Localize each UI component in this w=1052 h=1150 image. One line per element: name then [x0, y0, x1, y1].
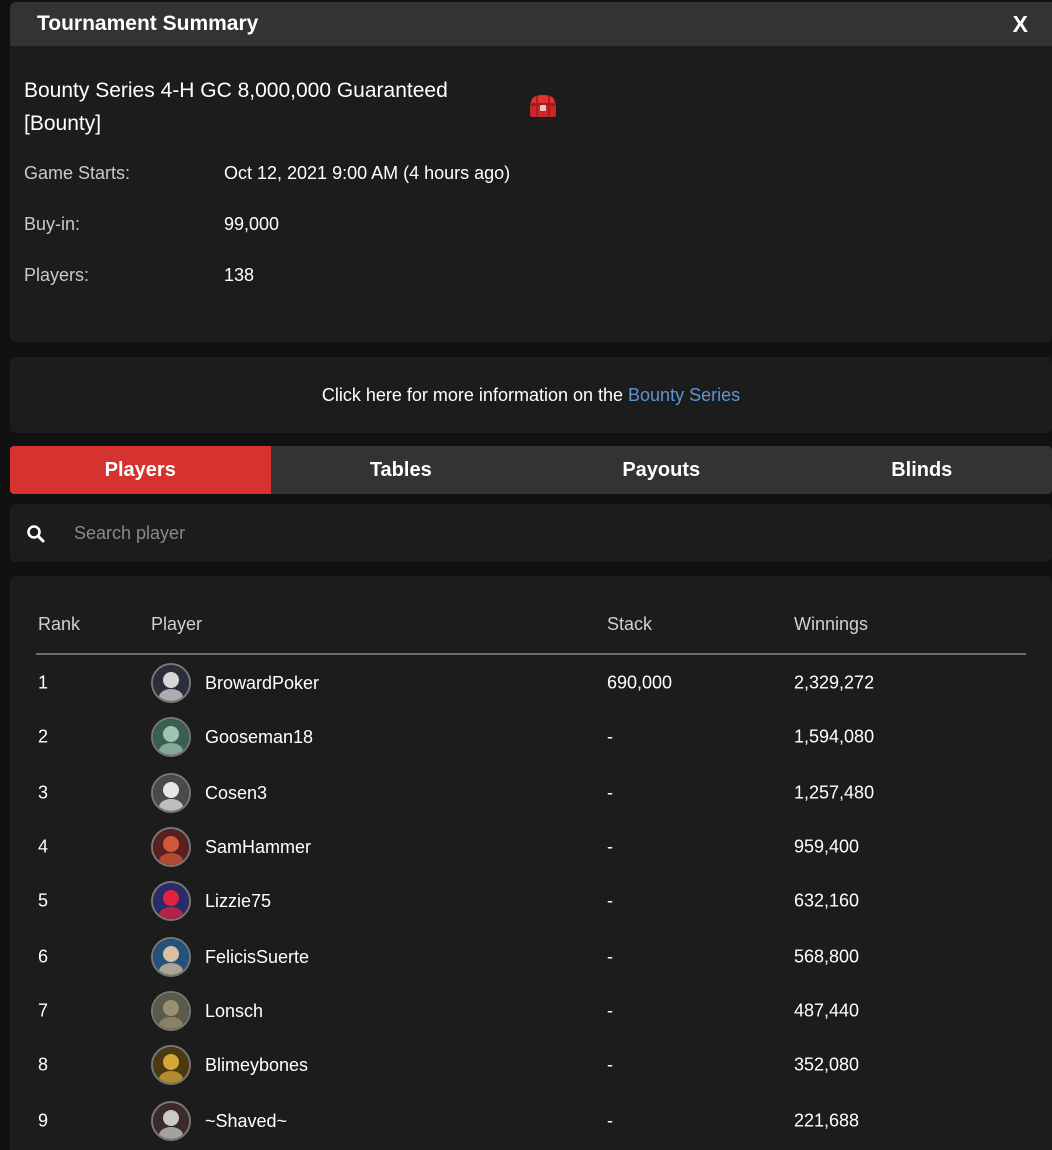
search-icon: [27, 525, 45, 543]
rank-cell: 5: [38, 890, 49, 911]
player-name: SamHammer: [205, 836, 312, 857]
stack-cell: 690,000: [607, 672, 673, 693]
avatar: [151, 937, 191, 977]
rank-cell: 6: [38, 946, 49, 967]
winnings-cell: 632,160: [794, 890, 860, 911]
tab-bar: Players Tables Payouts Blinds: [10, 446, 1052, 494]
avatar: [151, 881, 191, 921]
tournament-summary-window: Tournament Summary X Bounty Series 4-H G…: [0, 0, 1052, 1150]
table-row[interactable]: 9 ~Shaved~ - 221,688: [36, 1094, 1026, 1148]
tournament-name-line1: Bounty Series 4-H GC 8,000,000 Guarantee…: [24, 79, 448, 102]
rank-cell: 4: [38, 836, 49, 857]
tournament-name-line2: [Bounty]: [24, 112, 102, 135]
treasure-chest-icon: [530, 95, 556, 117]
avatar: [151, 1045, 191, 1085]
stack-cell: -: [607, 890, 613, 911]
rank-cell: 7: [38, 1000, 49, 1021]
player-cell[interactable]: BrowardPoker: [151, 663, 319, 703]
player-name: Lonsch: [205, 1000, 264, 1021]
bounty-series-link[interactable]: Bounty Series: [628, 385, 740, 405]
buy-in-value: 99,000: [224, 214, 280, 234]
table-header: Rank Player Stack Winnings: [36, 614, 1026, 655]
avatar: [151, 827, 191, 867]
stack-cell: -: [607, 836, 613, 857]
player-name: Cosen3: [205, 782, 268, 803]
close-button[interactable]: X: [1013, 11, 1028, 38]
player-cell[interactable]: FelicisSuerte: [151, 937, 309, 977]
search-bar: [10, 504, 1052, 562]
winnings-cell: 487,440: [794, 1000, 860, 1021]
stack-cell: -: [607, 946, 613, 967]
header-stack[interactable]: Stack: [607, 614, 652, 635]
header-winnings[interactable]: Winnings: [794, 614, 868, 635]
tab-payouts[interactable]: Payouts: [531, 446, 792, 494]
avatar: [151, 773, 191, 813]
game-starts-label: Game Starts:: [24, 163, 131, 183]
players-table: Rank Player Stack Winnings 1 BrowardPoker…: [10, 576, 1052, 1150]
player-name: ~Shaved~: [205, 1110, 288, 1131]
rank-cell: 2: [38, 726, 49, 747]
table-row[interactable]: 7 Lonsch - 487,440: [36, 984, 1026, 1038]
more-info-banner: Click here for more information on the B…: [10, 357, 1052, 433]
player-cell[interactable]: SamHammer: [151, 827, 311, 867]
player-cell[interactable]: Gooseman18: [151, 717, 313, 757]
player-cell[interactable]: Blimeybones: [151, 1045, 308, 1085]
player-cell[interactable]: ~Shaved~: [151, 1101, 287, 1141]
stack-cell: -: [607, 1054, 613, 1075]
table-row[interactable]: 6 FelicisSuerte - 568,800: [36, 930, 1026, 984]
rank-cell: 8: [38, 1054, 49, 1075]
player-cell[interactable]: Lonsch: [151, 991, 263, 1031]
stack-cell: -: [607, 1110, 613, 1131]
player-name: Blimeybones: [205, 1054, 309, 1075]
player-name: FelicisSuerte: [205, 946, 310, 967]
avatar: [151, 991, 191, 1031]
table-row[interactable]: 8 Blimeybones - 352,080: [36, 1038, 1026, 1092]
players-value: 138: [224, 265, 255, 285]
title-bar: Tournament Summary X: [10, 2, 1052, 46]
players-label: Players:: [24, 265, 90, 285]
search-player-input[interactable]: [74, 516, 974, 550]
table-row[interactable]: 3 Cosen3 - 1,257,480: [36, 766, 1026, 820]
tab-blinds[interactable]: Blinds: [792, 446, 1052, 494]
tab-tables[interactable]: Tables: [271, 446, 532, 494]
winnings-cell: 959,400: [794, 836, 860, 857]
player-cell[interactable]: Lizzie75: [151, 881, 271, 921]
rank-cell: 3: [38, 782, 49, 803]
stack-cell: -: [607, 726, 613, 747]
winnings-cell: 352,080: [794, 1054, 860, 1075]
more-info-text: Click here for more information on the: [321, 385, 629, 405]
tab-players[interactable]: Players: [10, 446, 271, 494]
table-row[interactable]: 1 BrowardPoker 690,000 2,329,272: [36, 656, 1026, 710]
header-player[interactable]: Player: [151, 614, 202, 635]
winnings-cell: 221,688: [794, 1110, 860, 1131]
avatar: [151, 663, 191, 703]
avatar: [151, 1101, 191, 1141]
table-row[interactable]: 2 Gooseman18 - 1,594,080: [36, 710, 1026, 764]
player-name: BrowardPoker: [205, 672, 320, 693]
stack-cell: -: [607, 1000, 613, 1021]
tournament-name: Bounty Series 4-H GC 8,000,000 Guarantee…: [24, 74, 484, 140]
table-row[interactable]: 4 SamHammer - 959,400: [36, 820, 1026, 874]
rank-cell: 9: [38, 1110, 49, 1131]
table-row[interactable]: 5 Lizzie75 - 632,160: [36, 874, 1026, 928]
player-cell[interactable]: Cosen3: [151, 773, 267, 813]
stack-cell: -: [607, 782, 613, 803]
avatar: [151, 717, 191, 757]
game-starts-value: Oct 12, 2021 9:00 AM (4 hours ago): [224, 163, 511, 183]
winnings-cell: 568,800: [794, 946, 860, 967]
buy-in-label: Buy-in:: [24, 214, 81, 234]
winnings-cell: 1,594,080: [794, 726, 875, 747]
header-rank[interactable]: Rank: [38, 614, 80, 635]
player-name: Lizzie75: [205, 890, 272, 911]
rank-cell: 1: [38, 672, 49, 693]
player-name: Gooseman18: [205, 726, 314, 747]
winnings-cell: 2,329,272: [794, 672, 875, 693]
window-title: Tournament Summary: [37, 12, 259, 35]
summary-panel: Bounty Series 4-H GC 8,000,000 Guarantee…: [10, 46, 1052, 342]
winnings-cell: 1,257,480: [794, 782, 875, 803]
